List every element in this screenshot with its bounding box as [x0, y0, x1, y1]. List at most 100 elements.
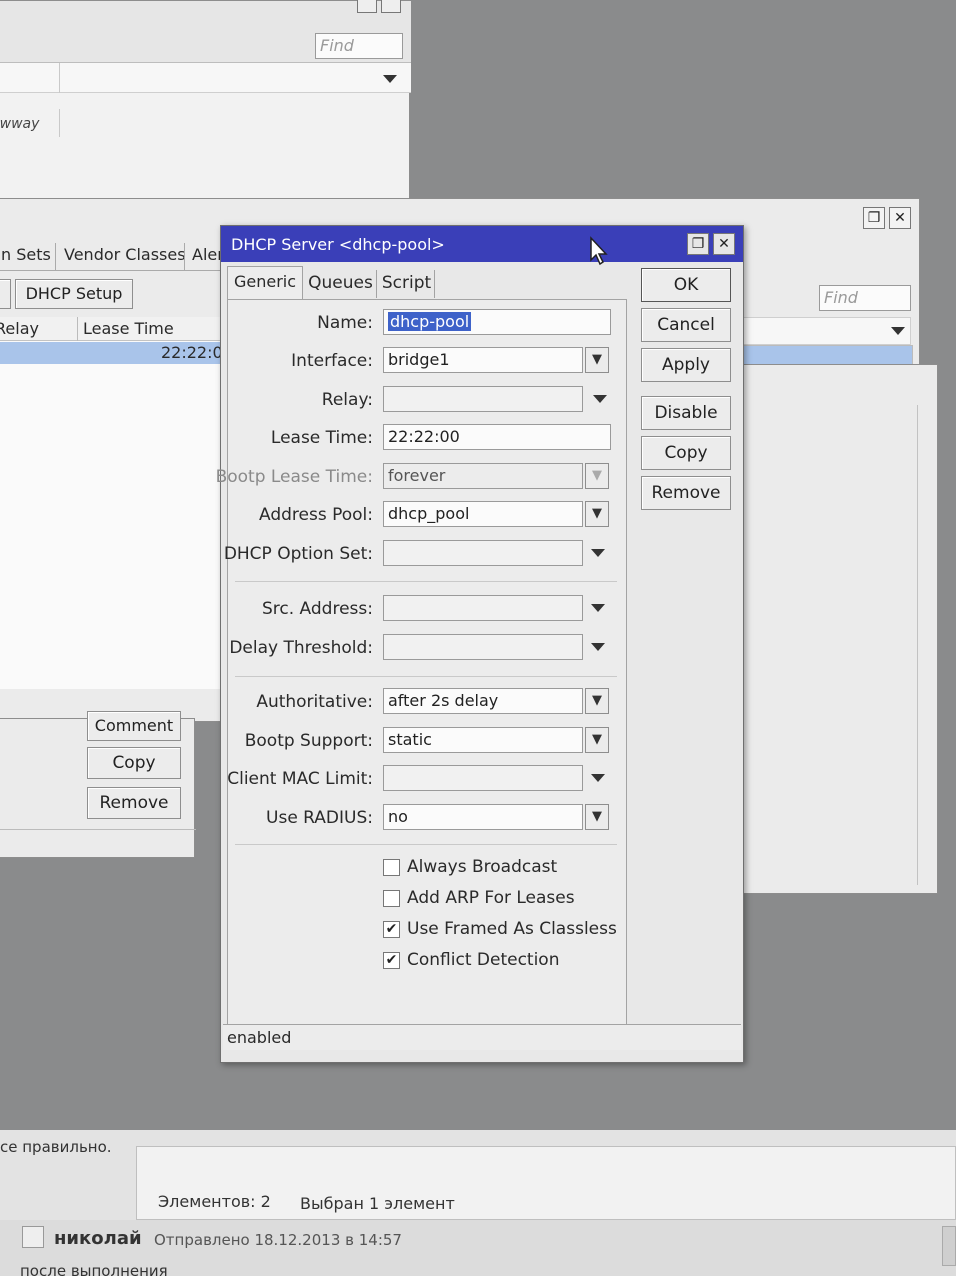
tab-option-sets[interactable]: n Sets — [1, 245, 51, 264]
apply-button[interactable]: Apply — [641, 348, 731, 382]
use-framed-label[interactable]: Use Framed As Classless — [407, 919, 617, 939]
post-next-line: после выполнения — [20, 1262, 168, 1276]
relay-input[interactable] — [383, 386, 583, 412]
use-radius-dropdown-icon[interactable]: ▼ — [585, 804, 609, 830]
name-label: Name: — [317, 313, 373, 333]
selected-count: Выбран 1 элемент — [300, 1194, 455, 1213]
column-divider — [77, 317, 78, 341]
background-window-right — [740, 364, 938, 894]
client-mac-limit-chevron-down-icon[interactable] — [591, 774, 605, 782]
partial-row-label: ewway — [0, 116, 40, 132]
tab-divider — [184, 243, 185, 271]
section-divider — [235, 676, 617, 677]
authoritative-dropdown-icon[interactable]: ▼ — [585, 688, 609, 714]
dhcp-setup-button[interactable]: DHCP Setup — [15, 279, 133, 309]
mouse-cursor-icon — [590, 236, 608, 266]
find-input[interactable]: Find — [315, 33, 403, 59]
use-radius-input[interactable]: no — [383, 804, 583, 830]
bootp-lease-time-dropdown-icon: ▼ — [585, 463, 609, 489]
table-row[interactable] — [742, 346, 912, 364]
conflict-detection-label[interactable]: Conflict Detection — [407, 950, 559, 970]
items-count: Элементов: 2 — [158, 1192, 271, 1211]
section-divider — [235, 844, 617, 845]
dhcp-server-dialog: DHCP Server <dhcp-pool> ❐ ✕ Generic Queu… — [216, 225, 744, 1063]
section-divider — [235, 581, 617, 582]
forum-partial-text: се правильно. — [0, 1138, 112, 1156]
tab-generic[interactable]: Generic — [227, 266, 303, 300]
cancel-button[interactable]: Cancel — [641, 308, 731, 342]
copy-button[interactable]: Copy — [641, 436, 731, 470]
lease-time-label: Lease Time: — [270, 428, 373, 448]
bootp-lease-time-input: forever — [383, 463, 583, 489]
src-address-label: Src. Address: — [262, 599, 373, 619]
tab-divider — [55, 243, 56, 271]
conflict-detection-checkbox[interactable]: ✔ — [383, 952, 400, 969]
post-timestamp: Отправлено 18.12.2013 в 14:57 — [154, 1231, 402, 1249]
bootp-lease-time-label: Bootp Lease Time: — [215, 467, 373, 487]
chevron-down-icon[interactable] — [891, 327, 905, 335]
row-divider — [59, 109, 60, 137]
filter-row — [741, 317, 911, 345]
find-input[interactable]: Find — [819, 285, 911, 311]
interface-dropdown-icon[interactable]: ▼ — [585, 347, 609, 373]
comment-button[interactable]: Comment — [87, 711, 181, 741]
src-address-input[interactable] — [383, 595, 583, 621]
address-pool-dropdown-icon[interactable]: ▼ — [585, 501, 609, 527]
add-arp-label[interactable]: Add ARP For Leases — [407, 888, 575, 908]
name-input[interactable]: dhcp-pool — [383, 309, 611, 335]
column-header-lease-time[interactable]: Lease Time — [83, 319, 174, 338]
dhcp-option-set-label: DHCP Option Set: — [223, 544, 373, 564]
scrollbar[interactable] — [942, 1226, 956, 1266]
close-icon[interactable]: ✕ — [889, 207, 911, 229]
check-mark-icon: ✔ — [385, 921, 398, 937]
remove-button[interactable]: Remove — [641, 476, 731, 510]
bootp-support-dropdown-icon[interactable]: ▼ — [585, 727, 609, 753]
close-icon[interactable]: ✕ — [713, 233, 735, 255]
address-pool-input[interactable]: dhcp_pool — [383, 501, 583, 527]
background-window-lower: Comment Copy Remove — [0, 711, 196, 858]
divider — [0, 829, 196, 830]
disable-button[interactable]: Disable — [641, 396, 731, 430]
tab-script[interactable]: Script — [379, 270, 435, 298]
lease-time-input[interactable]: 22:22:00 — [383, 424, 611, 450]
delay-threshold-input[interactable] — [383, 634, 583, 660]
src-address-chevron-down-icon[interactable] — [591, 604, 605, 612]
bootp-support-input[interactable]: static — [383, 727, 583, 753]
add-arp-checkbox[interactable] — [383, 890, 400, 907]
post-author[interactable]: николай — [54, 1228, 142, 1249]
delay-threshold-label: Delay Threshold: — [229, 638, 373, 658]
authoritative-label: Authoritative: — [256, 692, 373, 712]
always-broadcast-label[interactable]: Always Broadcast — [407, 857, 557, 877]
dhcp-option-set-chevron-down-icon[interactable] — [591, 549, 605, 557]
maximize-icon[interactable] — [357, 0, 377, 13]
tab-vendor-classes[interactable]: Vendor Classes — [64, 245, 186, 264]
maximize-icon[interactable]: ❐ — [863, 207, 885, 229]
close-icon[interactable] — [381, 0, 401, 13]
tab-queues[interactable]: Queues — [305, 270, 377, 298]
dialog-title: DHCP Server <dhcp-pool> — [231, 235, 445, 254]
ok-button[interactable]: OK — [641, 268, 731, 302]
interface-input[interactable]: bridge1 — [383, 347, 583, 373]
toolbar-button[interactable] — [0, 279, 11, 309]
client-mac-limit-input[interactable] — [383, 765, 583, 791]
dhcp-option-set-input[interactable] — [383, 540, 583, 566]
filter-column-divider — [59, 63, 60, 93]
list-area — [0, 317, 223, 689]
name-value: dhcp-pool — [388, 312, 472, 331]
status-text: enabled — [227, 1028, 292, 1047]
avatar — [22, 1226, 44, 1248]
authoritative-input[interactable]: after 2s delay — [383, 688, 583, 714]
delay-threshold-chevron-down-icon[interactable] — [591, 643, 605, 651]
use-framed-checkbox[interactable]: ✔ — [383, 921, 400, 938]
relay-label: Relay: — [321, 390, 373, 410]
maximize-icon[interactable]: ❐ — [687, 233, 709, 255]
background-window-top: Find ewway — [0, 0, 411, 200]
copy-button[interactable]: Copy — [87, 747, 181, 779]
check-mark-icon: ✔ — [385, 952, 398, 968]
relay-chevron-down-icon[interactable] — [593, 395, 607, 403]
chevron-down-icon[interactable] — [383, 75, 397, 83]
remove-button[interactable]: Remove — [87, 787, 181, 819]
always-broadcast-checkbox[interactable] — [383, 859, 400, 876]
column-header-relay[interactable]: Relay — [0, 319, 39, 338]
client-mac-limit-label: Client MAC Limit: — [227, 769, 373, 789]
